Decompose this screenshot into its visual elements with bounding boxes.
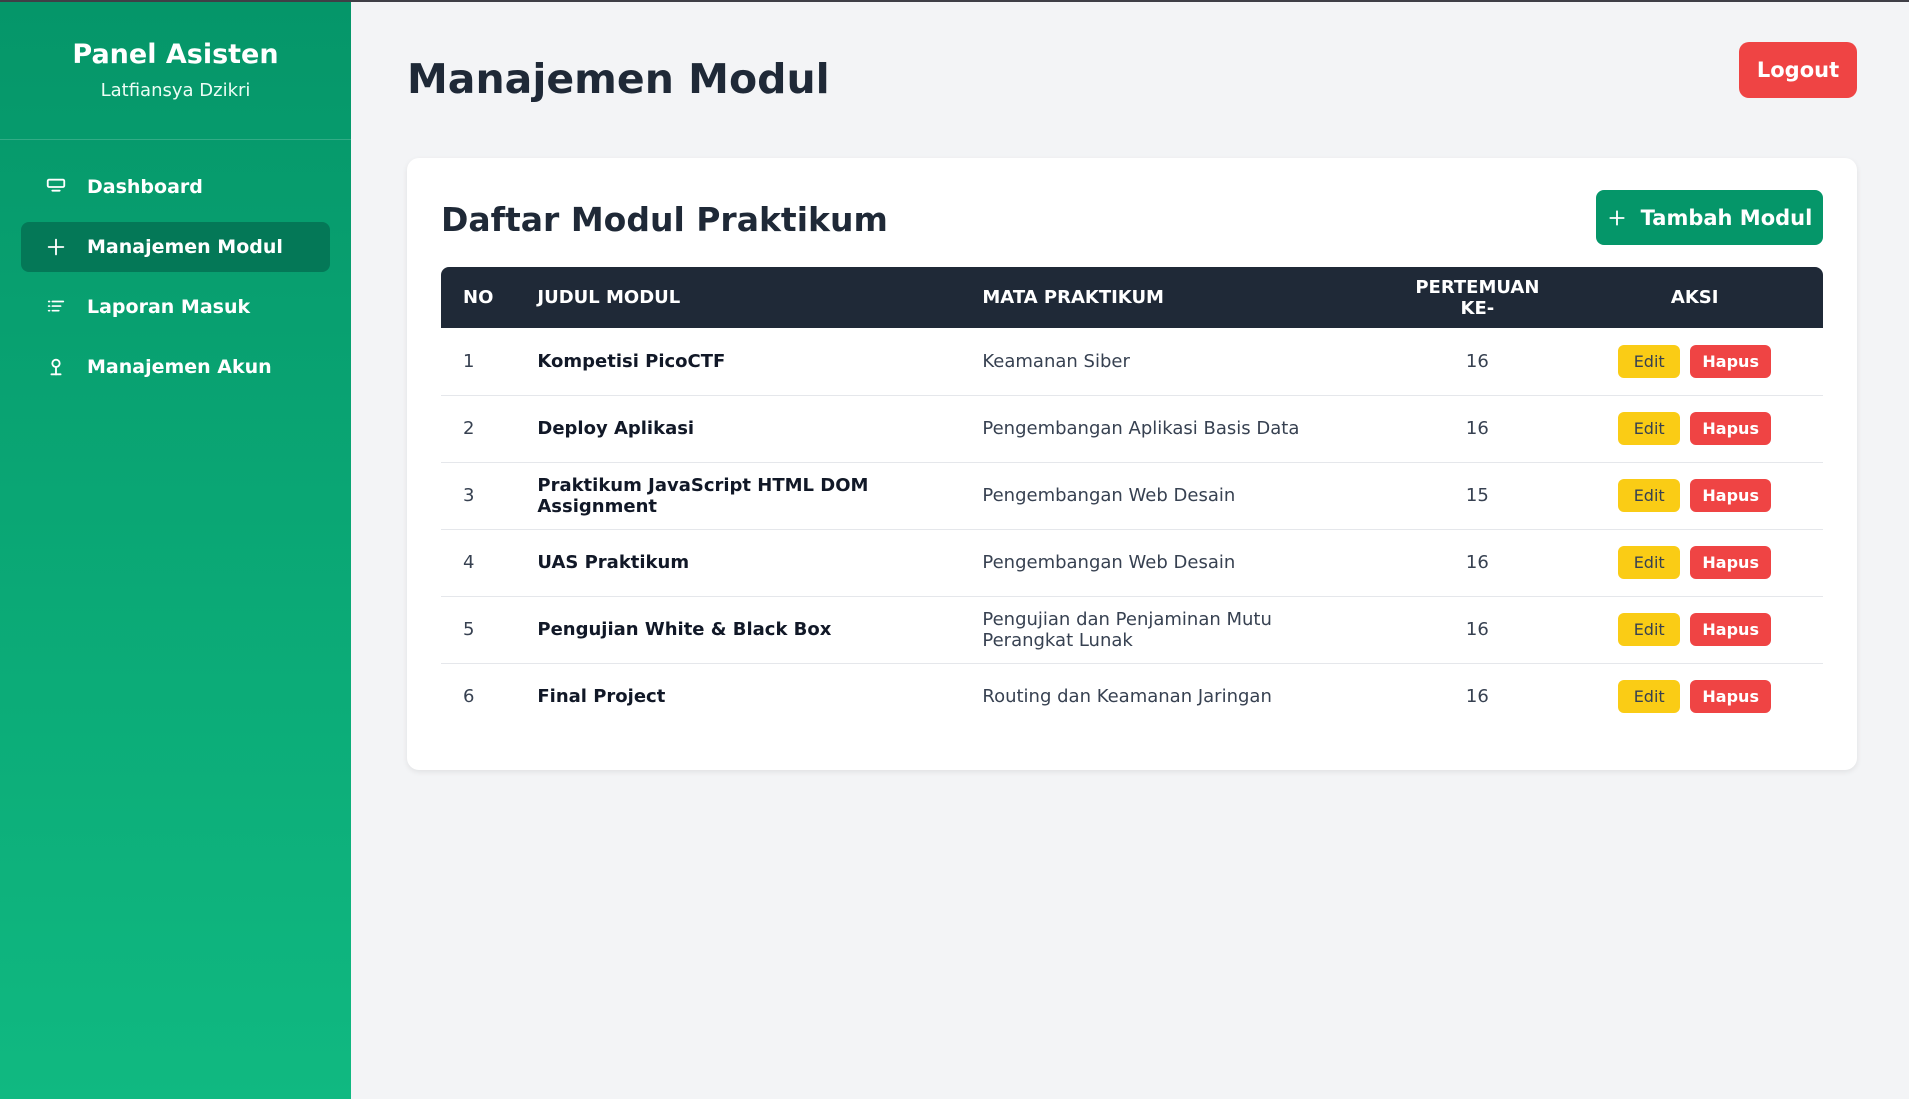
edit-button[interactable]: Edit	[1618, 613, 1681, 646]
sidebar-nav: Dashboard Manajemen Modul Laporan Masuk …	[0, 140, 351, 424]
cell-pertemuan: 16	[1465, 619, 1489, 640]
table-header: NO JUDUL MODUL MATA PRAKTIKUM PERTEMUAN …	[441, 267, 1823, 328]
app-window: Panel Asisten Latfiansya Dzikri Dashboar…	[0, 0, 1909, 1099]
card-title: Daftar Modul Praktikum	[441, 200, 888, 239]
cell-mata-praktikum: Keamanan Siber	[982, 350, 1130, 372]
sidebar-item-label: Laporan Masuk	[87, 296, 251, 318]
table-row: 6 Final Project Routing dan Keamanan Jar…	[441, 663, 1823, 730]
cell-mata-praktikum: Routing dan Keamanan Jaringan	[982, 686, 1272, 708]
column-header-no: NO	[463, 287, 494, 308]
user-icon	[45, 356, 67, 378]
table-row: 3 Praktikum JavaScript HTML DOM Assignme…	[441, 462, 1823, 529]
sidebar-item-laporan-masuk[interactable]: Laporan Masuk	[21, 282, 330, 332]
module-table: NO JUDUL MODUL MATA PRAKTIKUM PERTEMUAN …	[441, 267, 1823, 730]
column-header-judul-modul: JUDUL MODUL	[537, 287, 681, 308]
edit-button[interactable]: Edit	[1618, 412, 1681, 445]
cell-pertemuan: 16	[1465, 686, 1489, 708]
delete-button[interactable]: Hapus	[1690, 412, 1772, 445]
delete-button[interactable]: Hapus	[1690, 344, 1772, 378]
cell-judul: Kompetisi PicoCTF	[537, 350, 726, 372]
sidebar-item-label: Manajemen Akun	[87, 356, 272, 378]
cell-aksi: Edit Hapus	[1566, 395, 1823, 462]
sidebar-item-manajemen-modul[interactable]: Manajemen Modul	[21, 222, 330, 272]
plus-icon	[45, 236, 67, 258]
cell-mata-praktikum: Pengembangan Web Desain	[982, 552, 1236, 573]
sidebar-item-dashboard[interactable]: Dashboard	[21, 162, 330, 212]
cell-judul: UAS Praktikum	[537, 552, 690, 573]
cell-no: 2	[463, 418, 475, 439]
cell-judul: Pengujian White & Black Box	[537, 619, 832, 640]
page-title: Manajemen Modul	[407, 55, 830, 103]
delete-button[interactable]: Hapus	[1690, 680, 1772, 714]
edit-button[interactable]: Edit	[1618, 479, 1681, 512]
sidebar-header: Panel Asisten Latfiansya Dzikri	[0, 2, 351, 140]
edit-button[interactable]: Edit	[1618, 680, 1681, 714]
cell-mata-praktikum: Pengujian dan Penjaminan Mutu Perangkat …	[982, 608, 1272, 651]
sidebar-item-label: Dashboard	[87, 176, 203, 198]
table-body: 1 Kompetisi PicoCTF Keamanan Siber 16 Ed…	[441, 328, 1823, 730]
cell-aksi: Edit Hapus	[1566, 462, 1823, 529]
monitor-icon	[45, 176, 67, 198]
cell-aksi: Edit Hapus	[1566, 328, 1823, 395]
cell-no: 5	[463, 619, 475, 640]
edit-button[interactable]: Edit	[1618, 344, 1681, 378]
list-icon	[45, 296, 67, 318]
cell-pertemuan: 16	[1465, 350, 1489, 372]
column-header-pertemuan: PERTEMUAN KE-	[1415, 276, 1540, 319]
cell-pertemuan: 15	[1465, 485, 1489, 506]
cell-mata-praktikum: Pengembangan Web Desain	[982, 485, 1236, 506]
cell-judul: Deploy Aplikasi	[537, 418, 695, 439]
table-row: 5 Pengujian White & Black Box Pengujian …	[441, 596, 1823, 663]
column-header-aksi: AKSI	[1670, 287, 1719, 308]
logout-button[interactable]: Logout	[1739, 42, 1857, 98]
delete-button[interactable]: Hapus	[1690, 546, 1772, 579]
cell-mata-praktikum: Pengembangan Aplikasi Basis Data	[982, 418, 1300, 439]
edit-button[interactable]: Edit	[1618, 546, 1681, 579]
table-row: 2 Deploy Aplikasi Pengembangan Aplikasi …	[441, 395, 1823, 462]
cell-no: 4	[463, 552, 475, 573]
card-header: Daftar Modul Praktikum Tambah Modul	[441, 190, 1823, 245]
table-row: 1 Kompetisi PicoCTF Keamanan Siber 16 Ed…	[441, 328, 1823, 395]
sidebar-title: Panel Asisten	[72, 39, 279, 70]
sidebar-item-label: Manajemen Modul	[87, 236, 283, 258]
sidebar-item-manajemen-akun[interactable]: Manajemen Akun	[21, 342, 330, 392]
cell-no: 3	[463, 485, 475, 506]
column-header-mata-praktikum: MATA PRAKTIKUM	[982, 287, 1164, 308]
add-module-label: Tambah Modul	[1640, 205, 1813, 230]
cell-aksi: Edit Hapus	[1566, 596, 1823, 663]
add-module-button[interactable]: Tambah Modul	[1596, 190, 1823, 245]
cell-no: 1	[463, 350, 475, 372]
sidebar: Panel Asisten Latfiansya Dzikri Dashboar…	[0, 2, 351, 1099]
plus-icon	[1607, 208, 1627, 228]
cell-aksi: Edit Hapus	[1566, 529, 1823, 596]
topbar: Manajemen Modul Logout	[407, 2, 1857, 154]
cell-pertemuan: 16	[1465, 552, 1489, 573]
cell-aksi: Edit Hapus	[1566, 663, 1823, 730]
cell-pertemuan: 16	[1465, 418, 1489, 439]
module-list-card: Daftar Modul Praktikum Tambah Modul NO J…	[407, 158, 1857, 770]
main-content: Manajemen Modul Logout Daftar Modul Prak…	[351, 2, 1909, 1099]
delete-button[interactable]: Hapus	[1690, 613, 1772, 646]
cell-judul: Praktikum JavaScript HTML DOM Assignment	[537, 474, 869, 517]
cell-no: 6	[463, 686, 475, 708]
sidebar-user-name: Latfiansya Dzikri	[100, 80, 251, 101]
cell-judul: Final Project	[537, 686, 666, 708]
delete-button[interactable]: Hapus	[1690, 479, 1772, 512]
table-row: 4 UAS Praktikum Pengembangan Web Desain …	[441, 529, 1823, 596]
